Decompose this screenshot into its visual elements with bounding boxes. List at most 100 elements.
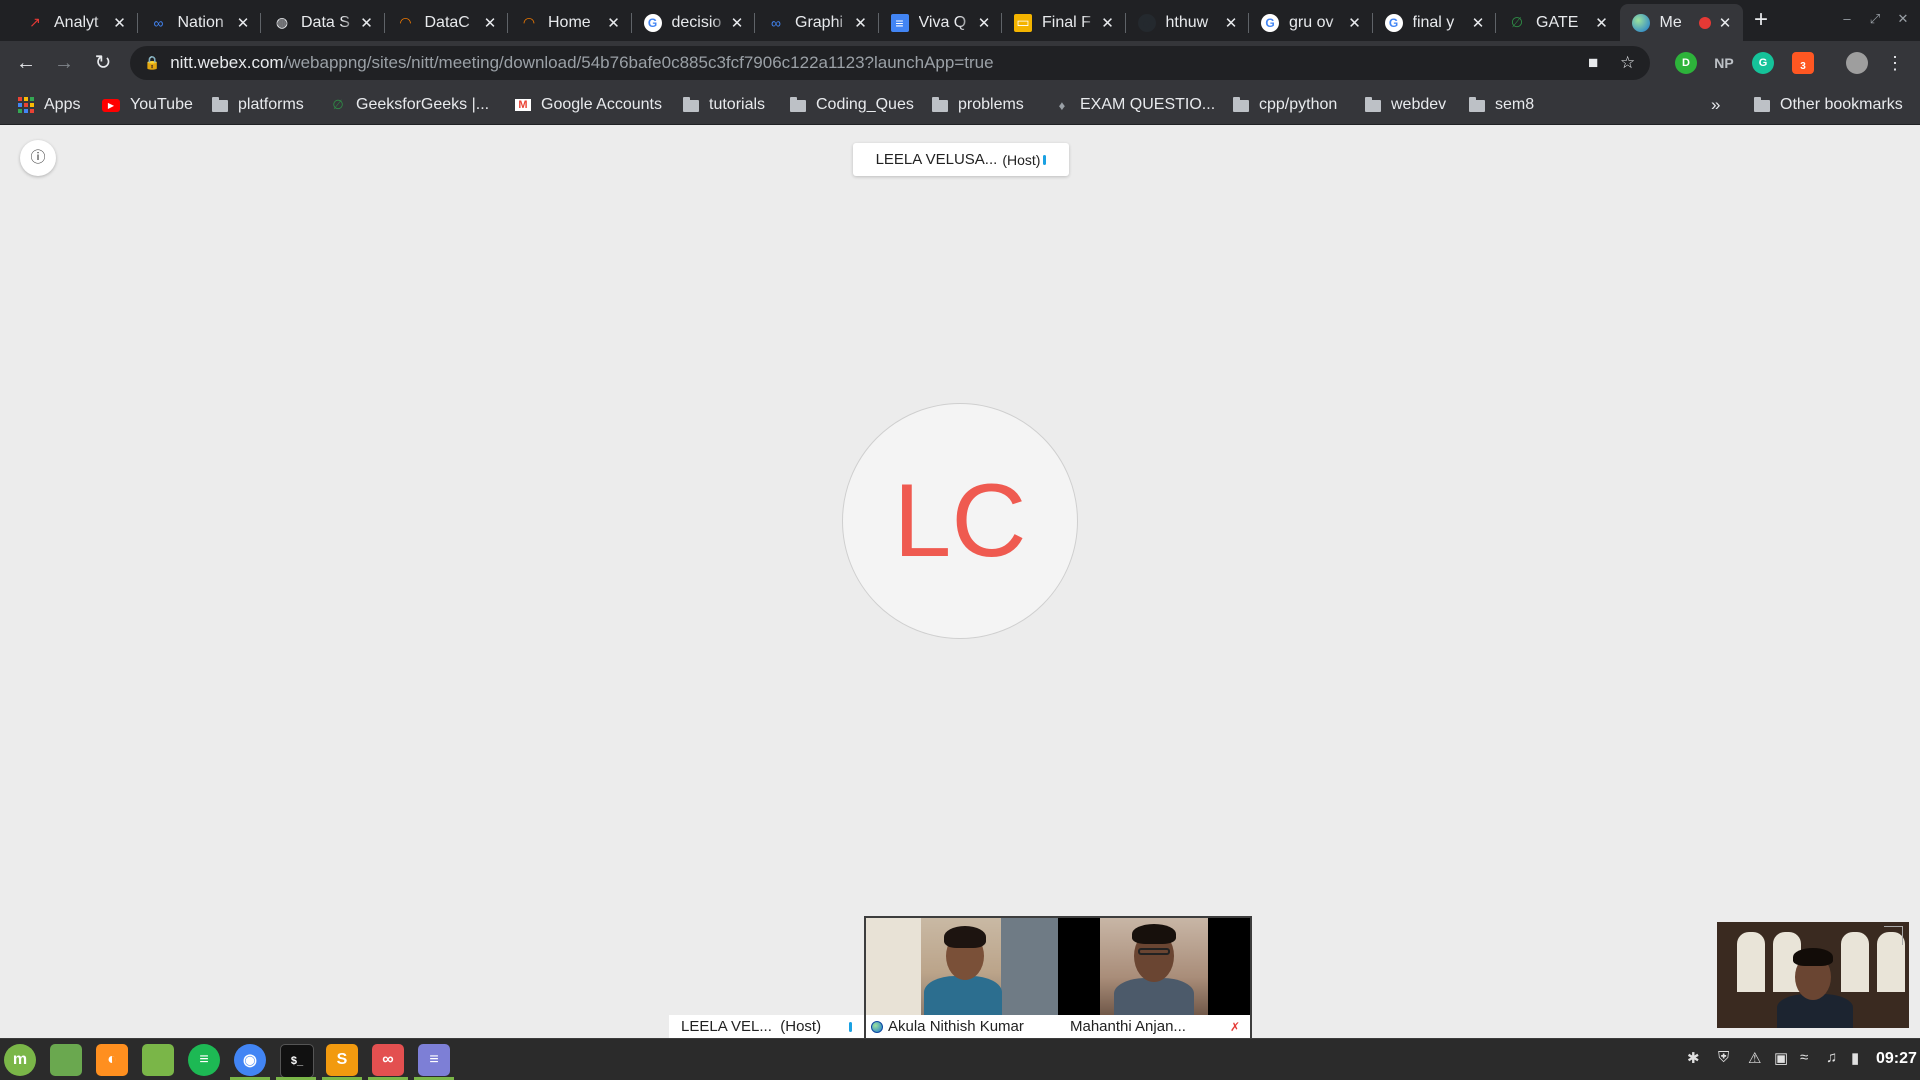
close-tab-icon[interactable]: ✕ [235, 14, 251, 32]
browser-tab[interactable]: Gfinal y ✕ [1373, 4, 1496, 41]
close-tab-icon[interactable]: ✕ [1717, 14, 1733, 32]
close-tab-icon[interactable]: ✕ [853, 14, 869, 32]
close-tab-icon[interactable]: ✕ [1347, 14, 1363, 32]
clock[interactable]: 09:27 [1876, 1050, 1917, 1068]
close-tab-icon[interactable]: ✕ [1594, 14, 1610, 32]
more-bookmarks-button[interactable]: » [1711, 85, 1720, 125]
participant-thumbnail-muted[interactable]: Mahanthi Anjan... ✗ [1058, 916, 1252, 1038]
bookmark-item[interactable]: M Google Accounts [515, 85, 662, 125]
maximize-button[interactable]: ⤢ [1864, 8, 1886, 30]
meeting-stage: ⓘ LEELA VELUSA... (Host) LC LEELA VEL...… [0, 125, 1920, 1038]
gfg-icon: ∅ [1510, 14, 1524, 30]
bookmark-label: Google Accounts [541, 96, 662, 113]
screen-icon[interactable]: ▣ [1774, 1049, 1788, 1067]
minimize-button[interactable]: – [1836, 8, 1858, 30]
other-bookmarks-folder[interactable]: Other bookmarks [1754, 85, 1903, 125]
arrow-left-icon: ← [16, 52, 36, 74]
bookmark-item[interactable]: cpp/python [1233, 85, 1337, 125]
bookmark-item[interactable]: ▶ YouTube [102, 85, 193, 125]
close-tab-icon[interactable]: ✕ [1470, 14, 1486, 32]
info-icon: ⓘ [30, 149, 46, 166]
address-bar[interactable]: 🔒 nitt.webex.com/webappng/sites/nitt/mee… [130, 46, 1650, 80]
close-tab-icon[interactable]: ✕ [1223, 14, 1239, 32]
reload-button[interactable]: ↻ [89, 49, 117, 77]
browser-tab[interactable]: ▭ Final F ✕ [1002, 4, 1126, 41]
tab-title: Viva Q [918, 13, 967, 31]
browser-tab[interactable]: Ggru ov ✕ [1249, 4, 1373, 41]
extension-button[interactable]: G [1752, 52, 1774, 74]
expand-icon[interactable] [1884, 926, 1903, 945]
files-icon[interactable] [142, 1044, 174, 1076]
participant-thumbnail-video[interactable]: Akula Nithish Kumar [864, 916, 1058, 1038]
chrome-icon[interactable]: ◉ [234, 1044, 266, 1076]
extension-button[interactable]: 3 [1792, 52, 1814, 74]
bookmark-item[interactable]: sem8 [1469, 85, 1534, 125]
spotify-icon[interactable]: ≡ [188, 1044, 220, 1076]
close-tab-icon[interactable]: ✕ [976, 14, 992, 32]
reload-icon: ↻ [94, 52, 112, 74]
browser-tab[interactable]: ≡ Viva Q ✕ [879, 4, 1002, 41]
browser-tab[interactable]: ◍ Data S ✕ [261, 4, 385, 41]
browser-tab[interactable]: ∞ Graphi ✕ [755, 4, 879, 41]
warning-icon[interactable]: ⚠ [1748, 1049, 1761, 1067]
wifi-icon[interactable]: ≈ [1800, 1049, 1808, 1066]
camera-blocked-icon[interactable]: ■ [1588, 46, 1598, 80]
extension-button[interactable]: D [1675, 52, 1697, 74]
analytics-icon: ↗ [29, 14, 41, 30]
browser-menu-button[interactable]: ⋮ [1881, 49, 1909, 77]
notes-icon[interactable]: ∞ [372, 1044, 404, 1076]
tab-title: Final F [1042, 13, 1091, 31]
battery-icon[interactable]: ▮ [1851, 1049, 1859, 1067]
extension-button[interactable]: NP [1713, 52, 1735, 74]
arc-icon: ◠ [399, 14, 412, 30]
close-window-button[interactable]: ✕ [1892, 8, 1914, 30]
bookmark-item[interactable]: Coding_Ques [790, 85, 914, 125]
bookmark-item[interactable]: ∅ GeeksforGeeks |... [330, 85, 489, 125]
new-tab-button[interactable]: + [1747, 6, 1775, 34]
close-tab-icon[interactable]: ✕ [112, 14, 128, 32]
bluetooth-icon[interactable]: ✱ [1687, 1049, 1700, 1067]
firefox-icon[interactable]: ◐ [96, 1044, 128, 1076]
folder-icon [1365, 97, 1381, 112]
close-tab-icon[interactable]: ✕ [729, 14, 745, 32]
mint-menu-icon[interactable]: m [4, 1044, 36, 1076]
close-tab-icon[interactable]: ✕ [359, 14, 375, 32]
back-button[interactable]: ← [12, 49, 40, 77]
bookmark-item[interactable]: webdev [1365, 85, 1446, 125]
close-tab-icon[interactable]: ✕ [606, 14, 622, 32]
bookmark-item[interactable]: Apps [18, 85, 80, 125]
bookmark-item[interactable]: platforms [212, 85, 304, 125]
gfg-icon: ∅ [332, 97, 344, 112]
terminal-icon[interactable]: $_ [280, 1044, 314, 1078]
self-view-video[interactable] [1717, 922, 1909, 1028]
participant-name: LEELA VEL... [681, 1018, 772, 1035]
forward-button[interactable]: → [50, 49, 78, 77]
participant-name: Akula Nithish Kumar [888, 1018, 1024, 1035]
browser-tab[interactable]: ● hthuw ✕ [1126, 4, 1249, 41]
shield-icon[interactable]: ⛨ [1718, 1049, 1729, 1066]
arrow-right-icon: → [54, 52, 74, 74]
close-tab-icon[interactable]: ✕ [482, 14, 498, 32]
url-text[interactable]: nitt.webex.com/webappng/sites/nitt/meeti… [170, 53, 993, 73]
browser-tab[interactable]: Gdecisio ✕ [632, 4, 755, 41]
tab-title: DataC [424, 13, 470, 31]
music-icon[interactable]: ♫ [1826, 1049, 1837, 1066]
close-tab-icon[interactable]: ✕ [1100, 14, 1116, 32]
meeting-info-button[interactable]: ⓘ [20, 140, 56, 176]
bookmark-item[interactable]: ♦ EXAM QUESTIO... [1054, 85, 1215, 125]
github-icon: ● [1137, 13, 1156, 32]
bookmark-item[interactable]: tutorials [683, 85, 765, 125]
sublime-icon[interactable]: S [326, 1044, 358, 1076]
browser-tab[interactable]: ◠ Home ✕ [508, 4, 632, 41]
browser-tab[interactable]: ∞ Nation ✕ [138, 4, 261, 41]
show-desktop-icon[interactable] [50, 1044, 82, 1076]
browser-tab[interactable]: ∅ GATE ✕ [1496, 4, 1620, 41]
bookmark-star-icon[interactable]: ☆ [1620, 46, 1635, 80]
browser-tab[interactable]: ↗ Analyt ✕ [14, 4, 138, 41]
bookmark-item[interactable]: problems [932, 85, 1024, 125]
browser-tab[interactable]: ◠ DataC ✕ [385, 4, 508, 41]
text-editor-icon[interactable]: ≡ [418, 1044, 450, 1076]
participant-thumbnail-host[interactable]: LEELA VEL... (Host) [669, 916, 864, 1038]
browser-tab[interactable]: ● Me ✕ [1619, 4, 1743, 41]
profile-avatar[interactable] [1846, 52, 1868, 74]
